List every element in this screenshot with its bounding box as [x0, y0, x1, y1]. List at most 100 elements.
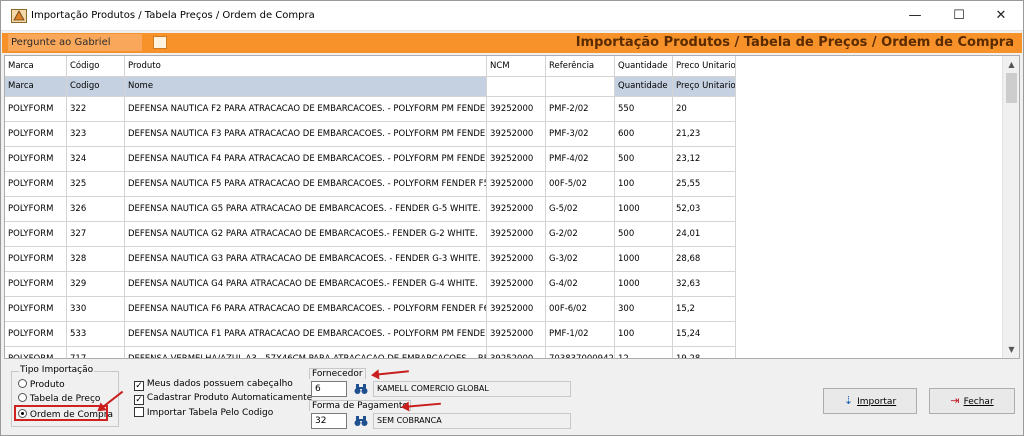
table-row[interactable]: POLYFORM 327 DEFENSA NAUTICA G2 PARA ATRAC…	[5, 222, 736, 247]
cell-referencia[interactable]: G-4/02	[546, 272, 615, 297]
table-row[interactable]: POLYFORM 330 DEFENSA NAUTICA F6 PARA ATRAC…	[5, 297, 736, 322]
cell-referencia[interactable]: G-3/02	[546, 247, 615, 272]
cell-produto[interactable]: DEFENSA NAUTICA F2 PARA ATRACACAO DE EMB…	[125, 97, 487, 122]
cell-quantidade[interactable]: 500	[615, 147, 673, 172]
cell-marca[interactable]: POLYFORM	[5, 197, 67, 222]
cell-codigo[interactable]: 325	[67, 172, 125, 197]
table-row[interactable]: POLYFORM 324 DEFENSA NAUTICA F4 PARA ATRAC…	[5, 147, 736, 172]
cell-referencia[interactable]: PMF-3/02	[546, 122, 615, 147]
cell-marca[interactable]: POLYFORM	[5, 147, 67, 172]
cell-preco[interactable]: 25,55	[673, 172, 736, 197]
cell-codigo[interactable]: 327	[67, 222, 125, 247]
mapped-field[interactable]: Nome	[125, 77, 487, 97]
table-row[interactable]: POLYFORM 323 DEFENSA NAUTICA F3 PARA ATRAC…	[5, 122, 736, 147]
mapped-field[interactable]	[546, 77, 615, 97]
column-header[interactable]: Produto	[125, 56, 487, 77]
cell-referencia[interactable]: PMF-2/02	[546, 97, 615, 122]
table-row[interactable]: POLYFORM 322 DEFENSA NAUTICA F2 PARA ATRAC…	[5, 97, 736, 122]
radio-tabela-de-preco[interactable]: Tabela de Preço	[18, 393, 100, 404]
ask-gabriel-icon[interactable]	[153, 36, 167, 49]
cell-preco[interactable]: 21,23	[673, 122, 736, 147]
table-row[interactable]: POLYFORM 329 DEFENSA NAUTICA G4 PARA ATRAC…	[5, 272, 736, 297]
cell-codigo[interactable]: 322	[67, 97, 125, 122]
checkbox-header[interactable]: ✓ Meus dados possuem cabeçalho	[134, 379, 293, 391]
cell-quantidade[interactable]: 550	[615, 97, 673, 122]
cell-produto[interactable]: DEFENSA NAUTICA G3 PARA ATRACACAO DE EMB…	[125, 247, 487, 272]
import-button[interactable]: ⇣ Importar	[823, 388, 917, 414]
cell-codigo[interactable]: 533	[67, 322, 125, 347]
cell-codigo[interactable]: 326	[67, 197, 125, 222]
cell-marca[interactable]: POLYFORM	[5, 322, 67, 347]
cell-codigo[interactable]: 324	[67, 147, 125, 172]
scroll-up-icon[interactable]: ▲	[1003, 56, 1019, 73]
cell-referencia[interactable]: PMF-1/02	[546, 322, 615, 347]
cell-ncm[interactable]: 39252000	[487, 122, 546, 147]
column-header[interactable]: Marca	[5, 56, 67, 77]
scroll-thumb[interactable]	[1006, 73, 1017, 103]
column-header[interactable]: NCM	[487, 56, 546, 77]
payment-code-input[interactable]: 32	[311, 413, 347, 429]
cell-ncm[interactable]: 39252000	[487, 347, 546, 358]
cell-produto[interactable]: DEFENSA NAUTICA F5 PARA ATRACACAO DE EMB…	[125, 172, 487, 197]
mapped-field[interactable]	[487, 77, 546, 97]
cell-codigo[interactable]: 328	[67, 247, 125, 272]
mapped-field[interactable]: Codigo	[67, 77, 125, 97]
cell-ncm[interactable]: 39252000	[487, 147, 546, 172]
scroll-down-icon[interactable]: ▼	[1003, 341, 1019, 358]
cell-quantidade[interactable]: 12	[615, 347, 673, 358]
cell-referencia[interactable]: PMF-4/02	[546, 147, 615, 172]
cell-preco[interactable]: 15,2	[673, 297, 736, 322]
cell-codigo[interactable]: 329	[67, 272, 125, 297]
cell-referencia[interactable]: G-2/02	[546, 222, 615, 247]
table-row[interactable]: POLYFORM 717 DEFENSA VERMELHA/AZUL A3 - 57…	[5, 347, 736, 358]
cell-quantidade[interactable]: 300	[615, 297, 673, 322]
cell-ncm[interactable]: 39252000	[487, 97, 546, 122]
cell-referencia[interactable]: 7038370009425	[546, 347, 615, 358]
cell-preco[interactable]: 28,68	[673, 247, 736, 272]
cell-preco[interactable]: 15,24	[673, 322, 736, 347]
cell-produto[interactable]: DEFENSA NAUTICA F6 PARA ATRACACAO DE EMB…	[125, 297, 487, 322]
close-window-button[interactable]: ✕	[979, 1, 1023, 31]
cell-preco[interactable]: 52,03	[673, 197, 736, 222]
cell-marca[interactable]: POLYFORM	[5, 297, 67, 322]
minimize-button[interactable]: —	[893, 1, 937, 31]
cell-preco[interactable]: 19,28	[673, 347, 736, 358]
cell-codigo[interactable]: 330	[67, 297, 125, 322]
cell-produto[interactable]: DEFENSA NAUTICA G5 PARA ATRACACAO DE EMB…	[125, 197, 487, 222]
cell-marca[interactable]: POLYFORM	[5, 122, 67, 147]
table-row[interactable]: POLYFORM 328 DEFENSA NAUTICA G3 PARA ATRAC…	[5, 247, 736, 272]
cell-preco[interactable]: 32,63	[673, 272, 736, 297]
cell-produto[interactable]: DEFENSA NAUTICA G2 PARA ATRACACAO DE EMB…	[125, 222, 487, 247]
cell-marca[interactable]: POLYFORM	[5, 222, 67, 247]
cell-quantidade[interactable]: 1000	[615, 197, 673, 222]
supplier-code-input[interactable]: 6	[311, 381, 347, 397]
vertical-scrollbar[interactable]: ▲ ▼	[1002, 56, 1019, 358]
binoculars-icon[interactable]	[354, 415, 368, 427]
radio-produto[interactable]: Produto	[18, 379, 65, 390]
cell-ncm[interactable]: 39252000	[487, 222, 546, 247]
table-row[interactable]: POLYFORM 326 DEFENSA NAUTICA G5 PARA ATRAC…	[5, 197, 736, 222]
cell-marca[interactable]: POLYFORM	[5, 172, 67, 197]
cell-produto[interactable]: DEFENSA NAUTICA F4 PARA ATRACACAO DE EMB…	[125, 147, 487, 172]
checkbox-import-by-code[interactable]: Importar Tabela Pelo Codigo	[134, 407, 273, 418]
mapped-field[interactable]: Marca	[5, 77, 67, 97]
table-row[interactable]: POLYFORM 325 DEFENSA NAUTICA F5 PARA ATRAC…	[5, 172, 736, 197]
cell-referencia[interactable]: 00F-5/02	[546, 172, 615, 197]
column-header[interactable]: Código	[67, 56, 125, 77]
cell-quantidade[interactable]: 100	[615, 322, 673, 347]
cell-marca[interactable]: POLYFORM	[5, 272, 67, 297]
cell-preco[interactable]: 23,12	[673, 147, 736, 172]
column-header[interactable]: Quantidade	[615, 56, 673, 77]
cell-produto[interactable]: DEFENSA NAUTICA F3 PARA ATRACACAO DE EMB…	[125, 122, 487, 147]
cell-referencia[interactable]: 00F-6/02	[546, 297, 615, 322]
cell-produto[interactable]: DEFENSA NAUTICA G4 PARA ATRACACAO DE EMB…	[125, 272, 487, 297]
cell-ncm[interactable]: 39252000	[487, 297, 546, 322]
checkbox-auto-register[interactable]: ✓ Cadastrar Produto Automaticamente	[134, 393, 312, 405]
cell-produto[interactable]: DEFENSA VERMELHA/AZUL A3 - 57X46CM PARA …	[125, 347, 487, 358]
cell-ncm[interactable]: 39252000	[487, 172, 546, 197]
mapped-field[interactable]: Preço Unitario	[673, 77, 736, 97]
cell-quantidade[interactable]: 500	[615, 222, 673, 247]
cell-preco[interactable]: 20	[673, 97, 736, 122]
column-header[interactable]: Referência	[546, 56, 615, 77]
cell-marca[interactable]: POLYFORM	[5, 97, 67, 122]
